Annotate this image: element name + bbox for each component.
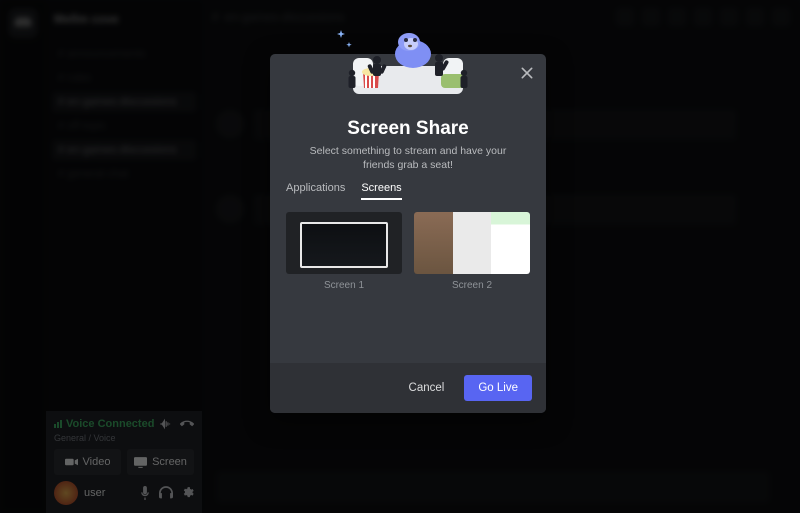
screen-option[interactable]: Screen 2: [414, 212, 530, 291]
tab-screens[interactable]: Screens: [361, 182, 401, 200]
modal-subtitle: Select something to stream and have your…: [270, 140, 546, 182]
cancel-button[interactable]: Cancel: [395, 375, 459, 401]
modal-footer: Cancel Go Live: [270, 363, 546, 413]
modal-illustration: [270, 54, 546, 114]
screen-label: Screen 2: [414, 280, 530, 291]
app-root: Mellm cove # announcements # rules # en-…: [0, 0, 800, 513]
screen-label: Screen 1: [286, 280, 402, 291]
modal-title: Screen Share: [270, 118, 546, 140]
screen-thumbnail: [414, 212, 530, 274]
modal-spacer: [270, 295, 546, 363]
tab-applications[interactable]: Applications: [286, 182, 345, 200]
screen-thumbnail: [286, 212, 402, 274]
modal-tabs: Applications Screens: [270, 182, 546, 200]
screen-share-modal: Screen Share Select something to stream …: [270, 54, 546, 413]
screens-grid: Screen 1 Screen 2: [270, 200, 546, 295]
screen-option[interactable]: Screen 1: [286, 212, 402, 291]
go-live-button[interactable]: Go Live: [464, 375, 532, 401]
